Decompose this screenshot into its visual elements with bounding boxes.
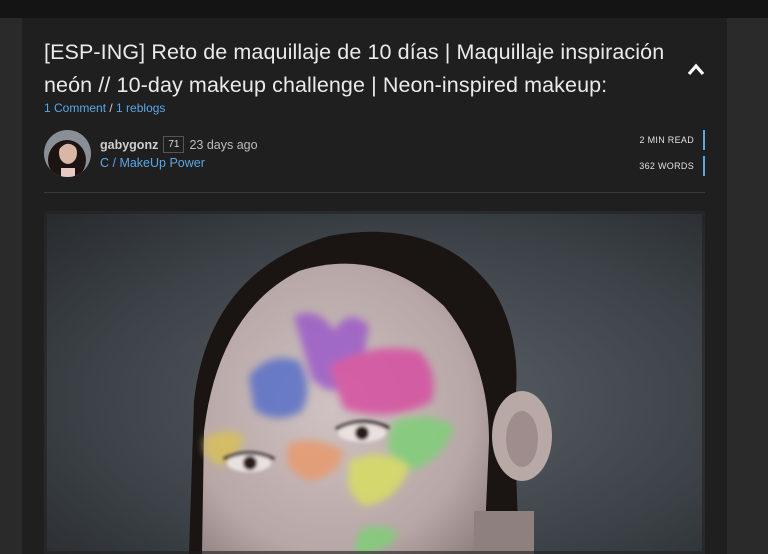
chevron-up-icon bbox=[687, 63, 705, 76]
reblogs-link[interactable]: 1 reblogs bbox=[116, 101, 165, 115]
author-line: gabygonz 71 23 days ago bbox=[100, 136, 258, 153]
top-bar bbox=[0, 0, 768, 18]
post-image[interactable] bbox=[44, 211, 705, 554]
word-count-stat: 362 WORDS bbox=[639, 156, 705, 176]
divider bbox=[44, 192, 705, 193]
community-link[interactable]: C / MakeUp Power bbox=[100, 156, 205, 170]
post-meta-links: 1 Comment / 1 reblogs bbox=[44, 101, 165, 115]
avatar[interactable] bbox=[44, 130, 91, 177]
collapse-button[interactable] bbox=[684, 58, 708, 80]
post-title: [ESP-ING] Reto de maquillaje de 10 días … bbox=[44, 40, 665, 97]
read-time-stat: 2 MIN READ bbox=[639, 130, 705, 150]
comments-link[interactable]: 1 Comment bbox=[44, 101, 106, 115]
reputation-badge: 71 bbox=[163, 136, 185, 153]
meta-separator: / bbox=[106, 101, 117, 115]
post-age: 23 days ago bbox=[189, 137, 258, 152]
author-name[interactable]: gabygonz bbox=[100, 138, 158, 152]
